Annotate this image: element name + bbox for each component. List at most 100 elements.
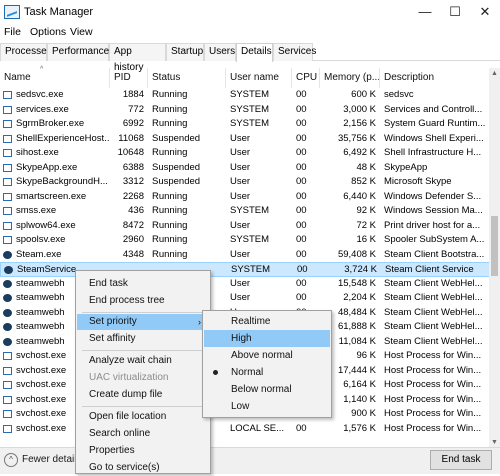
cell-mem: 1,576 K	[343, 422, 376, 434]
cell-desc: System Guard Runtim...	[384, 118, 486, 129]
cell-user: SYSTEM	[231, 264, 271, 275]
tab-services[interactable]: Services	[273, 43, 316, 61]
cell-desc: Services and Controll...	[384, 103, 483, 115]
cell-status: Running	[152, 89, 188, 100]
table-row[interactable]: SkypeBackgroundH... 3312 Suspended User 00 85…	[0, 175, 490, 190]
table-row[interactable]: smss.exe 436 Running SYSTEM 00 92 K Windows Se…	[0, 204, 490, 219]
cell-name: SkypeApp.exe	[16, 161, 78, 173]
cell-user: User	[230, 219, 251, 231]
cell-pid: 1884	[122, 89, 144, 100]
cell-user: User	[230, 190, 251, 202]
tab-details[interactable]: Details	[236, 43, 273, 62]
cell-user: User	[230, 248, 251, 260]
ctx-analyze-wait-chain[interactable]: Analyze wait chain	[77, 353, 209, 369]
cell-user: User	[230, 176, 251, 187]
cell-cpu: 00	[296, 103, 307, 115]
table-row[interactable]: ShellExperienceHost... 11068 Suspended User…	[0, 132, 490, 147]
cell-user: SYSTEM	[230, 205, 270, 216]
process-icon	[3, 395, 12, 404]
cell-mem: 16 K	[356, 234, 376, 245]
priority-realtime[interactable]: Realtime	[204, 313, 330, 330]
cell-mem: 3,724 K	[344, 264, 377, 275]
cell-cpu: 00	[296, 190, 307, 202]
tab-startup[interactable]: Startup	[166, 43, 204, 61]
cell-name: sihost.exe	[16, 147, 59, 158]
table-row[interactable]: steamwebh User 00 15,548 K Steam Client WebH…	[0, 277, 490, 292]
ctx-search-online[interactable]: Search online	[77, 426, 209, 442]
table-row[interactable]: sedsvc.exe 1884 Running SYSTEM 00 600 K sedsvc	[0, 88, 490, 103]
table-row[interactable]: spoolsv.exe 2960 Running SYSTEM 00 16 K Spoole…	[0, 233, 490, 248]
col-user-name[interactable]: User name	[226, 68, 292, 88]
table-row[interactable]: services.exe 772 Running SYSTEM 00 3,000 K Ser…	[0, 103, 490, 118]
table-row[interactable]: steamwebh User 00 2,204 K Steam Client WebHe…	[0, 291, 490, 306]
col-description[interactable]: Description	[380, 68, 490, 88]
tab-processes[interactable]: Processes	[0, 43, 52, 61]
col-memory[interactable]: Memory (p...	[320, 68, 380, 88]
steam-icon	[3, 337, 12, 346]
fewer-details-link[interactable]: Fewer details	[22, 454, 81, 465]
scroll-thumb[interactable]	[491, 216, 498, 276]
vertical-scrollbar[interactable]: ▲ ▼	[489, 68, 500, 448]
cell-desc: SkypeApp	[384, 161, 428, 173]
cell-pid: 8472	[122, 219, 144, 231]
cell-name: Steam.exe	[16, 248, 62, 260]
ctx-end-task[interactable]: End task	[77, 276, 209, 292]
menu-file[interactable]: File	[4, 26, 21, 38]
priority-above-normal[interactable]: Above normal	[204, 347, 330, 364]
table-row[interactable]: Steam.exe 4348 Running User 00 59,408 K Steam …	[0, 248, 490, 263]
cell-cpu: 00	[296, 292, 307, 303]
cell-mem: 72 K	[356, 219, 376, 231]
cell-name: smss.exe	[16, 205, 57, 216]
steam-icon	[3, 279, 12, 288]
table-row[interactable]: SgrmBroker.exe 6992 Running SYSTEM 00 2,156 K…	[0, 117, 490, 132]
col-cpu[interactable]: CPU	[292, 68, 320, 88]
cell-pid: 436	[128, 205, 144, 216]
cell-desc: Steam Client WebHel...	[384, 321, 483, 332]
process-icon	[3, 149, 12, 157]
ctx-set-affinity[interactable]: Set affinity	[77, 331, 209, 347]
cell-status: Running	[152, 219, 188, 231]
steam-icon	[4, 266, 13, 274]
priority-high[interactable]: High	[204, 330, 330, 347]
col-pid[interactable]: PID	[110, 68, 148, 88]
priority-low[interactable]: Low	[204, 398, 330, 415]
cell-user: SYSTEM	[230, 103, 270, 115]
menu-view[interactable]: View	[70, 26, 93, 38]
table-row[interactable]: sihost.exe 10648 Running User 00 6,492 K Shell…	[0, 146, 490, 161]
priority-normal[interactable]: Normal	[204, 364, 330, 381]
col-name[interactable]: Name	[0, 68, 110, 88]
cell-desc: Windows Defender S...	[384, 190, 482, 202]
cell-status: Running	[152, 190, 188, 202]
process-icon	[3, 221, 12, 230]
end-task-button[interactable]: End task	[430, 450, 492, 470]
scroll-up-icon[interactable]: ▲	[489, 68, 500, 79]
context-menu: End task End process tree Set priority ›…	[75, 270, 211, 474]
col-status[interactable]: Status	[148, 68, 226, 88]
tab-users[interactable]: Users	[204, 43, 236, 61]
tab-app-history[interactable]: App history	[109, 43, 166, 73]
chevron-up-icon[interactable]: ^	[4, 453, 18, 467]
process-icon	[3, 105, 12, 114]
window-minimize-icon[interactable]: —	[410, 0, 440, 24]
table-row[interactable]: SkypeApp.exe 6388 Suspended User 00 48 K Skype…	[0, 161, 490, 176]
cell-user: User	[230, 161, 251, 173]
ctx-open-file-location[interactable]: Open file location	[77, 409, 209, 425]
table-row[interactable]: svchost.exe LOCAL SE... 00 1,576 K Host Proc…	[0, 422, 490, 437]
table-row[interactable]: SteamService SYSTEM 00 3,724 K Steam Client …	[0, 262, 490, 277]
cell-mem: 600 K	[351, 89, 376, 100]
cell-mem: 3,000 K	[343, 103, 376, 115]
menu-options[interactable]: Options	[30, 26, 66, 38]
tab-performance[interactable]: Performance	[47, 43, 109, 61]
priority-below-normal[interactable]: Below normal	[204, 381, 330, 398]
table-row[interactable]: splwow64.exe 8472 Running User 00 72 K Print d…	[0, 219, 490, 234]
process-icon	[3, 236, 12, 244]
ctx-properties[interactable]: Properties	[77, 443, 209, 459]
window-close-icon[interactable]: ✕	[470, 0, 500, 24]
ctx-create-dump-file[interactable]: Create dump file	[77, 387, 209, 403]
table-row[interactable]: smartscreen.exe 2268 Running User 00 6,440 K W…	[0, 190, 490, 205]
window-maximize-icon[interactable]: ☐	[440, 0, 470, 24]
steam-icon	[3, 294, 12, 302]
cell-cpu: 00	[296, 422, 307, 434]
ctx-set-priority[interactable]: Set priority ›	[77, 314, 209, 330]
ctx-end-process-tree[interactable]: End process tree	[77, 293, 209, 309]
